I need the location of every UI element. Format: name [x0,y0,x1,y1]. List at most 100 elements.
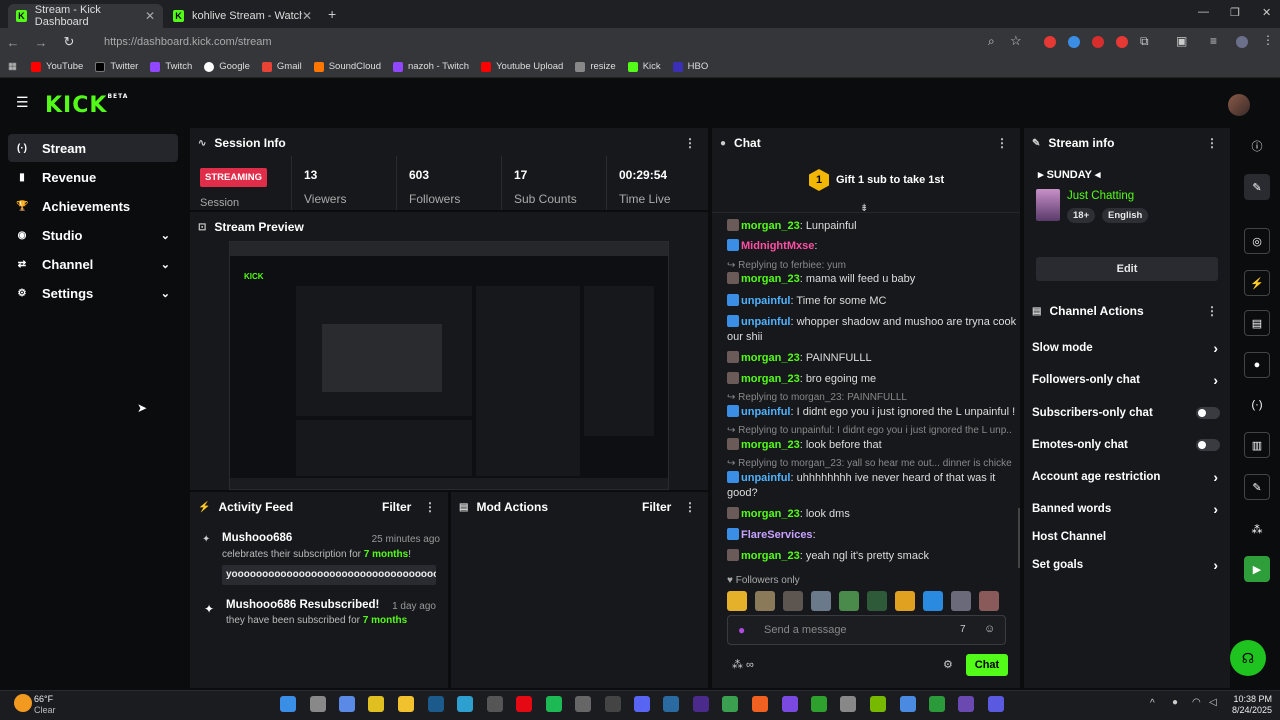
emotes-only-toggle[interactable] [1196,439,1220,451]
taskview-icon[interactable] [310,696,326,712]
chat-username[interactable]: unpainful [741,472,791,484]
app-icon[interactable] [929,696,945,712]
downloads-icon[interactable]: ≡ [1210,34,1217,48]
emote[interactable] [755,591,775,611]
bookmark-youtube-upload[interactable]: Youtube Upload [481,61,563,72]
back-icon[interactable]: ← [2,35,24,50]
url-field[interactable]: https://dashboard.kick.com/stream [88,32,968,52]
clapper-icon[interactable]: ▶ [1244,556,1270,582]
emote[interactable] [923,591,943,611]
chat-username[interactable]: FlareServices [741,529,813,541]
emote[interactable] [783,591,803,611]
steam-icon[interactable] [428,696,444,712]
chat-icon[interactable]: ● [1244,352,1270,378]
spotify-icon[interactable] [546,696,562,712]
emote[interactable] [867,591,887,611]
app-icon[interactable] [988,696,1004,712]
sidebar-item-achievements[interactable]: 🏆 Achievements [8,192,178,220]
close-tab-icon[interactable]: ✕ [145,9,155,23]
minimize-icon[interactable]: — [1198,6,1209,18]
weather-temp[interactable]: 66°F [34,694,53,704]
chat-username[interactable]: unpainful [741,295,791,307]
chat-username[interactable]: morgan_23 [741,352,800,364]
photoshop-icon[interactable] [663,696,679,712]
edge-icon[interactable] [457,696,473,712]
set-goals-row[interactable]: Set goals › [1024,549,1228,581]
mic-tray-icon[interactable]: ● [1172,697,1178,708]
apps-icon[interactable]: ⁂ [1244,516,1270,542]
sidebar-item-settings[interactable]: ⚙ Settings ⌄ [8,279,178,307]
bookmark-kick[interactable]: Kick [627,61,661,72]
gift-sub-prompt[interactable]: Gift 1 sub to take 1st [836,174,944,186]
close-tab-icon[interactable]: ✕ [302,9,312,23]
browser-tab[interactable]: K kohlive Stream - Watch Live on ✕ [165,4,320,28]
obs-icon[interactable] [487,696,503,712]
new-tab-icon[interactable]: + [328,6,336,22]
hamburger-menu-icon[interactable]: ☰ [16,95,30,109]
mic-icon[interactable]: ● [738,623,745,637]
chat-username[interactable]: morgan_23 [741,273,800,285]
broadcast-icon[interactable]: (·) [1244,392,1270,418]
chat-menu-icon[interactable]: ⋮ [996,136,1008,150]
netflix-icon[interactable] [516,696,532,712]
category-link[interactable]: Just Chatting [1067,190,1134,202]
bookmark-gmail[interactable]: Gmail [261,61,302,72]
emoji-icon[interactable]: ☺ [984,623,995,635]
sidebar-item-studio[interactable]: ◉ Studio ⌄ [8,221,178,249]
app-icon[interactable] [958,696,974,712]
brave-icon[interactable] [752,696,768,712]
app-icon[interactable] [840,696,856,712]
sidebar-item-revenue[interactable]: ▮ Revenue [8,163,178,191]
bookmark-youtube[interactable]: YouTube [30,61,83,72]
kick-logo[interactable]: KICKBETA [45,93,128,118]
extensions-puzzle-icon[interactable]: ⧉ [1140,34,1149,49]
wifi-icon[interactable]: ◠ [1192,697,1201,708]
chat-input[interactable]: ● Send a message 7 ☺ [727,615,1006,645]
extension-icon[interactable] [1092,36,1104,48]
bookmark-nazoh[interactable]: nazoh - Twitch [393,61,469,72]
stream-preview-video[interactable]: KICK [229,241,669,490]
wrench-icon[interactable]: ✎ [1244,474,1270,500]
bookmark-hbo[interactable]: HBO [672,61,708,72]
app-icon[interactable] [900,696,916,712]
points-icon[interactable]: ⁂ ∞ [732,658,754,671]
start-icon[interactable] [280,696,296,712]
volume-icon[interactable]: ◁ [1209,697,1217,708]
reload-icon[interactable]: ↻ [58,34,80,50]
7tv-icon[interactable]: 7 [960,624,966,635]
chat-username[interactable]: morgan_23 [741,439,800,451]
emote[interactable] [951,591,971,611]
menu-kebab-icon[interactable]: ⋮ [1262,33,1274,47]
session-menu-icon[interactable]: ⋮ [684,136,696,150]
sidebar-item-channel[interactable]: ⇄ Channel ⌄ [8,250,178,278]
browser-tab-active[interactable]: K Stream - Kick Dashboard ✕ [8,4,163,28]
chat-username[interactable]: unpainful [741,316,791,328]
discord-icon[interactable] [634,696,650,712]
chat-username[interactable]: unpainful [741,406,791,418]
tray-chevron-icon[interactable]: ^ [1150,698,1155,709]
extension-icon[interactable] [1068,36,1080,48]
forward-icon[interactable]: → [30,35,52,50]
emote[interactable] [895,591,915,611]
edit-stream-button[interactable]: Edit [1036,257,1218,281]
subscribers-only-toggle[interactable] [1196,407,1220,419]
stream-info-menu-icon[interactable]: ⋮ [1206,136,1218,150]
activity-menu-icon[interactable]: ⋮ [424,500,436,514]
store-icon[interactable] [339,696,355,712]
emote[interactable] [811,591,831,611]
chat-username[interactable]: morgan_23 [741,508,800,520]
chat-scrollbar[interactable] [1018,508,1020,568]
mod-menu-icon[interactable]: ⋮ [684,500,696,514]
emote[interactable] [979,591,999,611]
activity-filter-button[interactable]: Filter [382,500,411,514]
lightning-icon[interactable]: ⚡ [1244,270,1270,296]
followers-only-row[interactable]: Followers-only chat › [1024,364,1228,396]
account-age-row[interactable]: Account age restriction › [1024,461,1228,493]
bookmark-star-icon[interactable]: ☆ [1010,33,1022,49]
extension-icon[interactable] [1116,36,1128,48]
edit-pencil-icon[interactable]: ✎ [1244,174,1270,200]
close-window-icon[interactable]: ✕ [1262,6,1271,19]
sidepanel-icon[interactable]: ▣ [1176,34,1187,48]
user-avatar[interactable] [1228,94,1250,116]
chat-username[interactable]: morgan_23 [741,220,800,232]
